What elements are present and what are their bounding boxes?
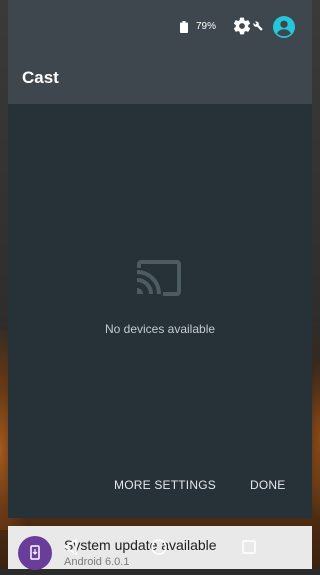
done-button[interactable]: DONE [250, 478, 285, 492]
recents-icon[interactable] [242, 540, 256, 554]
notification-title: System update available [64, 537, 217, 553]
more-settings-button[interactable]: MORE SETTINGS [114, 478, 216, 492]
system-update-icon [18, 536, 52, 570]
user-avatar-icon[interactable] [273, 16, 295, 38]
settings-gear-icon[interactable] [232, 16, 252, 36]
back-icon[interactable] [62, 538, 78, 556]
no-devices-message: No devices available [104, 322, 216, 336]
notification-subtitle: Android 6.0.1 [64, 556, 130, 568]
phone-update-icon [30, 545, 40, 560]
cast-icon [136, 260, 181, 296]
dialog-title: Cast [22, 68, 59, 87]
home-icon[interactable] [150, 538, 168, 556]
cast-dialog: Cast No devices available MORE SETTINGS … [8, 58, 312, 518]
battery-icon [180, 21, 188, 33]
wrench-icon [253, 21, 263, 31]
battery-percentage: 79% [196, 21, 217, 32]
status-bar: 79% [8, 12, 312, 42]
dialog-header: Cast [8, 58, 312, 104]
